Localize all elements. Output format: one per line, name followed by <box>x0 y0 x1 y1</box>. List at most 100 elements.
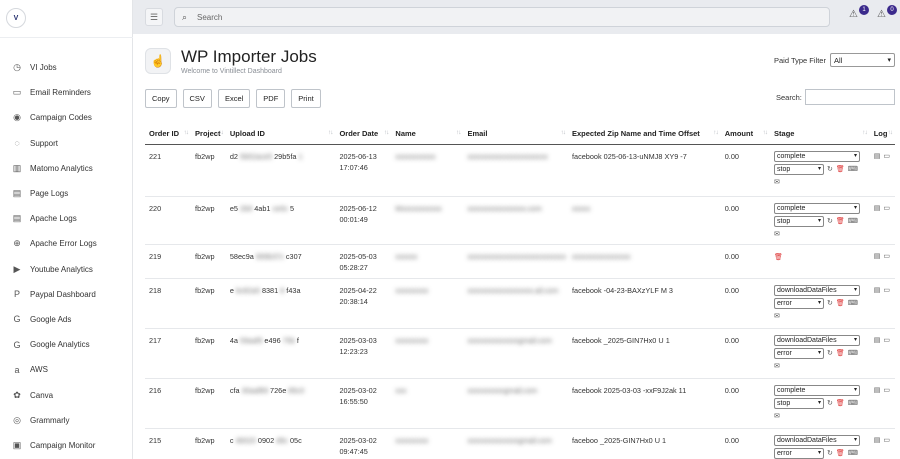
sidebar-item-campaign-codes[interactable]: ◉ Campaign Codes <box>0 105 133 130</box>
trash-icon[interactable]: 🗑 <box>774 254 783 261</box>
file-icon[interactable]: ▤ <box>874 205 881 212</box>
file-icon[interactable]: ▤ <box>874 287 881 294</box>
mail-icon[interactable]: ✉ <box>774 177 865 188</box>
mail-icon[interactable]: ✉ <box>774 311 865 322</box>
column-header[interactable]: Log ↑↓ <box>869 112 895 145</box>
sidebar-item-youtube-analytics[interactable]: ▶ Youtube Analytics <box>0 257 133 282</box>
sort-icon: ↑↓ <box>862 128 867 136</box>
sidebar-item-aws[interactable]: a AWS <box>0 357 133 382</box>
mail-icon[interactable]: ✉ <box>774 229 865 240</box>
mail-icon[interactable]: ✉ <box>774 361 865 372</box>
status-select[interactable]: error ▾ <box>774 297 825 309</box>
column-header[interactable]: Stage ↑↓ <box>770 112 870 145</box>
folder-icon[interactable]: ▭ <box>883 387 890 394</box>
sidebar-item-paypal-dashboard[interactable]: P Paypal Dashboard <box>0 282 133 307</box>
notification-alert-button-2[interactable]: ⚠ 0 <box>877 5 897 25</box>
app-logo[interactable]: V <box>6 8 26 28</box>
file-icon[interactable]: ▤ <box>874 253 881 260</box>
file-icon[interactable]: ▤ <box>874 337 881 344</box>
refresh-icon[interactable]: ↻ <box>827 448 833 459</box>
paid-type-filter-select[interactable]: All ▾ <box>830 53 895 67</box>
status-select[interactable]: stop ▾ <box>774 215 825 227</box>
sidebar-item-support[interactable]: ◌ Support <box>0 131 133 156</box>
sidebar-item-matomo-analytics[interactable]: ▥ Matomo Analytics <box>0 156 133 181</box>
sidebar-item-grammarly[interactable]: ◎ Grammarly <box>0 408 133 433</box>
file-icon[interactable]: ▤ <box>874 153 881 160</box>
column-header[interactable]: Name ↑↓ <box>391 112 464 145</box>
amount-cell: 0.00 <box>720 428 771 459</box>
refresh-icon[interactable]: ↻ <box>827 216 833 227</box>
trash-icon[interactable]: 🗑 <box>836 298 845 309</box>
trash-icon[interactable]: 🗑 <box>836 164 845 175</box>
stage-select[interactable]: complete ▾ <box>774 202 861 214</box>
csv-button[interactable]: CSV <box>182 89 212 108</box>
trash-icon[interactable]: 🗑 <box>836 216 845 227</box>
print-button[interactable]: Print <box>291 89 321 108</box>
status-select[interactable]: error ▾ <box>774 447 825 459</box>
global-search[interactable]: ⌕ <box>174 7 830 27</box>
zip-name-part: 025-06-13-uNMJ8 <box>603 151 665 161</box>
chevron-down-icon: ▾ <box>818 217 822 224</box>
file-icon[interactable]: ▤ <box>874 437 881 444</box>
sort-icon: ↑↓ <box>887 128 893 136</box>
keyboard-icon[interactable]: ⌨ <box>848 348 858 359</box>
trash-icon[interactable]: 🗑 <box>836 348 845 359</box>
sidebar-item-campaign-monitor[interactable]: ▣ Campaign Monitor <box>0 433 133 458</box>
notification-badge-2: 0 <box>887 5 897 15</box>
status-select[interactable]: stop ▾ <box>774 397 825 409</box>
sidebar-item-canva[interactable]: ✿ Canva <box>0 382 133 407</box>
stage-controls: downloadDataFiles ▾ error ▾ ↻ 🗑 ⌨ ✉ <box>774 334 868 372</box>
keyboard-icon[interactable]: ⌨ <box>848 216 858 227</box>
hand-pointer-icon: ☝ <box>145 48 171 74</box>
column-header[interactable]: Expected Zip Name and Time Offset ↑↓ <box>567 112 721 145</box>
keyboard-icon[interactable]: ⌨ <box>848 164 858 175</box>
sidebar-item-vi-jobs[interactable]: ◷ VI Jobs <box>0 55 133 80</box>
search-input[interactable] <box>197 11 797 23</box>
folder-icon[interactable]: ▭ <box>883 287 890 294</box>
sidebar-item-google-analytics[interactable]: G Google Analytics <box>0 332 133 357</box>
folder-icon[interactable]: ▭ <box>883 437 890 444</box>
stage-select[interactable]: downloadDataFiles ▾ <box>774 434 861 446</box>
column-header[interactable]: Order Date ↑↓ <box>335 112 392 145</box>
stage-select[interactable]: downloadDataFiles ▾ <box>774 284 861 296</box>
folder-icon[interactable]: ▭ <box>883 153 890 160</box>
column-header[interactable]: Order ID ↑↓ <box>145 112 192 145</box>
pdf-button[interactable]: PDF <box>256 89 286 108</box>
column-header[interactable]: Upload ID ↑↓ <box>225 112 336 145</box>
status-select[interactable]: error ▾ <box>774 347 825 359</box>
stage-select[interactable]: complete ▾ <box>774 384 861 396</box>
refresh-icon[interactable]: ↻ <box>827 398 833 409</box>
menu-toggle-button[interactable]: ☰ <box>145 8 163 26</box>
folder-icon[interactable]: ▭ <box>883 253 890 260</box>
stage-select[interactable]: complete ▾ <box>774 150 861 162</box>
column-header[interactable]: Amount ↑↓ <box>720 112 771 145</box>
sidebar-item-page-logs[interactable]: ▤ Page Logs <box>0 181 133 206</box>
copy-button[interactable]: Copy <box>145 89 177 108</box>
sidebar-item-apache-error-logs[interactable]: ⊕ Apache Error Logs <box>0 231 133 256</box>
table-search-input[interactable] <box>805 89 895 105</box>
stage-select[interactable]: downloadDataFiles ▾ <box>774 334 861 346</box>
folder-icon[interactable]: ▭ <box>883 337 890 344</box>
keyboard-icon[interactable]: ⌨ <box>848 398 858 409</box>
trash-icon[interactable]: 🗑 <box>836 448 845 459</box>
name-redacted: xxx <box>395 385 407 395</box>
sidebar-item-email-reminders[interactable]: ▭ Email Reminders <box>0 80 133 105</box>
column-header[interactable]: Email ↑↓ <box>463 112 568 145</box>
sidebar-item-google-ads[interactable]: G Google Ads <box>0 307 133 332</box>
status-select[interactable]: stop ▾ <box>774 163 825 175</box>
order-date-part: 20:38:14 <box>339 296 368 306</box>
refresh-icon[interactable]: ↻ <box>827 164 833 175</box>
refresh-icon[interactable]: ↻ <box>827 348 833 359</box>
refresh-icon[interactable]: ↻ <box>827 298 833 309</box>
file-icon[interactable]: ▤ <box>874 387 881 394</box>
mail-icon[interactable]: ✉ <box>774 411 865 422</box>
sidebar-item-apache-logs[interactable]: ▤ Apache Logs <box>0 206 133 231</box>
keyboard-icon[interactable]: ⌨ <box>848 448 858 459</box>
order-date-cell: 2025-04-22 20:38:14 <box>335 278 392 329</box>
column-header[interactable]: Project ↑↓ <box>191 112 226 145</box>
keyboard-icon[interactable]: ⌨ <box>848 298 858 309</box>
folder-icon[interactable]: ▭ <box>883 205 890 212</box>
trash-icon[interactable]: 🗑 <box>836 398 845 409</box>
excel-button[interactable]: Excel <box>217 89 251 108</box>
notification-alert-button[interactable]: ⚠ 1 <box>849 5 869 25</box>
